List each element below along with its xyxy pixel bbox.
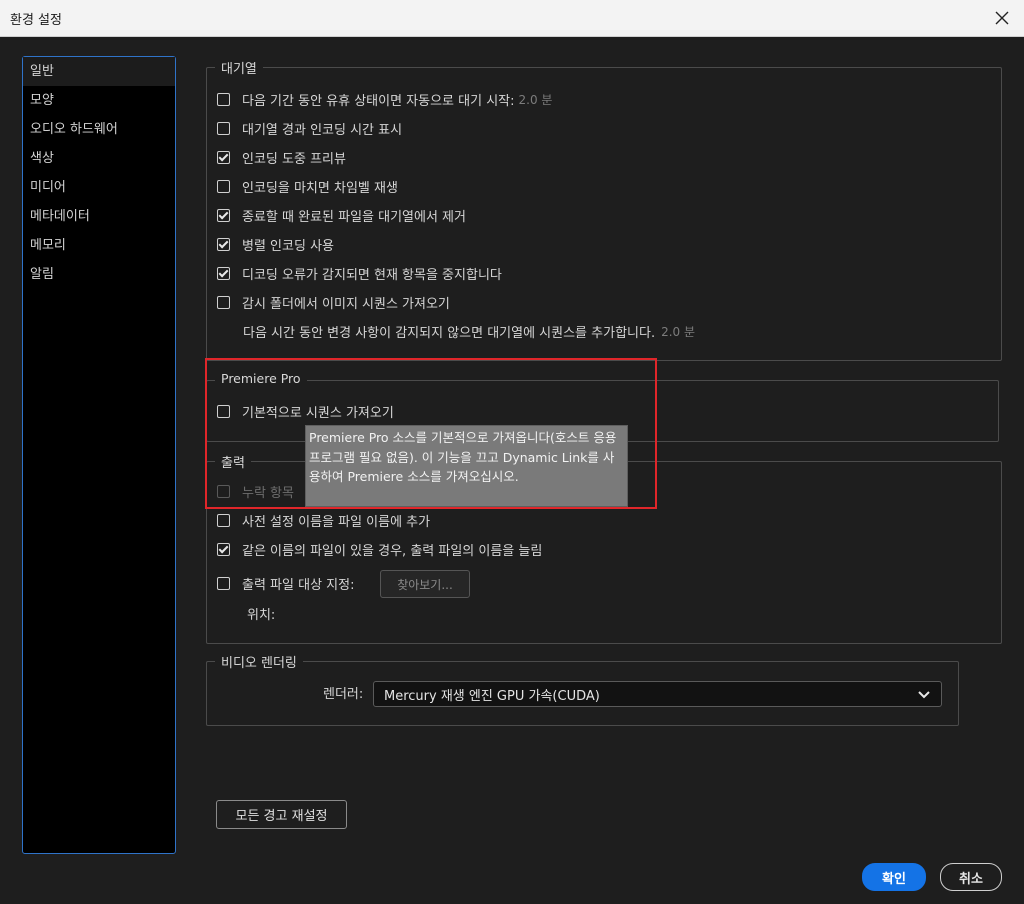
queue-group-title: 대기열 <box>215 58 263 77</box>
append-preset-option: 사전 설정 이름을 파일 이름에 추가 <box>217 510 430 530</box>
sidebar-item-appearance[interactable]: 모양 <box>23 86 175 115</box>
missing-label: 누락 항목 <box>242 485 294 501</box>
title-bar: 환경 설정 <box>0 0 1024 37</box>
destination-checkbox[interactable] <box>217 576 230 590</box>
show-encode-time-checkbox[interactable] <box>217 121 230 135</box>
import-sequences-option: 기본적으로 시퀀스 가져오기 <box>217 401 394 421</box>
show-encode-time-label: 대기열 경과 인코딩 시간 표시 <box>242 122 403 138</box>
watch-folder-label: 감시 폴더에서 이미지 시퀀스 가져오기 <box>242 296 450 312</box>
import-sequences-label: 기본적으로 시퀀스 가져오기 <box>242 405 394 421</box>
ok-button[interactable]: 확인 <box>862 863 926 891</box>
remove-done-label: 종료할 때 완료된 파일을 대기열에서 제거 <box>242 209 466 225</box>
chime-label: 인코딩을 마치면 차임벨 재생 <box>242 180 398 196</box>
sidebar-item-notifications[interactable]: 알림 <box>23 260 175 289</box>
append-preset-checkbox[interactable] <box>217 513 230 527</box>
watch-folder-delay-value[interactable]: 2.0 분 <box>661 323 695 340</box>
sidebar-item-memory[interactable]: 메모리 <box>23 231 175 260</box>
premiere-group-title: Premiere Pro <box>215 371 307 386</box>
chime-checkbox[interactable] <box>217 179 230 193</box>
reset-warnings-button[interactable]: 모든 경고 재설정 <box>216 800 347 829</box>
watch-folder-checkbox[interactable] <box>217 295 230 309</box>
destination-option: 출력 파일 대상 지정: <box>217 573 354 593</box>
video-rendering-group-title: 비디오 렌더링 <box>215 652 303 671</box>
append-preset-label: 사전 설정 이름을 파일 이름에 추가 <box>242 514 431 530</box>
renderer-row: 렌더러: <box>323 682 363 702</box>
stop-on-error-checkbox[interactable] <box>217 266 230 280</box>
sidebar-item-color[interactable]: 색상 <box>23 144 175 173</box>
chime-option: 인코딩을 마치면 차임벨 재생 <box>217 176 398 196</box>
parallel-checkbox[interactable] <box>217 237 230 251</box>
stop-on-error-label: 디코딩 오류가 감지되면 현재 항목을 중지합니다 <box>242 267 502 283</box>
import-sequences-checkbox[interactable] <box>217 404 230 418</box>
increment-checkbox[interactable] <box>217 542 230 556</box>
preview-label: 인코딩 도중 프리뷰 <box>242 151 346 167</box>
parallel-label: 병렬 인코딩 사용 <box>242 238 334 254</box>
close-icon <box>995 11 1009 25</box>
missing-option: 누락 항목 <box>217 481 294 501</box>
missing-checkbox[interactable] <box>217 484 230 498</box>
cancel-button[interactable]: 취소 <box>940 863 1002 891</box>
renderer-label: 렌더러: <box>323 686 364 702</box>
location-label: 위치: <box>247 607 276 623</box>
close-button[interactable] <box>990 6 1014 30</box>
sidebar-item-media[interactable]: 미디어 <box>23 173 175 202</box>
watch-folder-option: 감시 폴더에서 이미지 시퀀스 가져오기 <box>217 292 450 312</box>
auto-start-checkbox[interactable] <box>217 92 230 106</box>
chevron-down-icon <box>918 691 930 699</box>
location-row: 위치: <box>247 603 275 623</box>
import-sequences-tooltip: Premiere Pro 소스를 기본적으로 가져옵니다(호스트 응용 프로그램… <box>305 425 628 507</box>
output-group-title: 출력 <box>215 452 251 471</box>
watch-folder-delay: 다음 시간 동안 변경 사항이 감지되지 않으면 대기열에 시퀀스를 추가합니다… <box>243 321 695 341</box>
category-sidebar: 일반 모양 오디오 하드웨어 색상 미디어 메타데이터 메모리 알림 <box>22 56 176 854</box>
window-title: 환경 설정 <box>10 13 62 28</box>
preview-checkbox[interactable] <box>217 150 230 164</box>
increment-label: 같은 이름의 파일이 있을 경우, 출력 파일의 이름을 늘림 <box>242 543 543 559</box>
parallel-option: 병렬 인코딩 사용 <box>217 234 334 254</box>
browse-button[interactable]: 찾아보기... <box>380 570 470 598</box>
sidebar-item-metadata[interactable]: 메타데이터 <box>23 202 175 231</box>
watch-folder-delay-label: 다음 시간 동안 변경 사항이 감지되지 않으면 대기열에 시퀀스를 추가합니다… <box>243 325 656 341</box>
show-encode-time-option: 대기열 경과 인코딩 시간 표시 <box>217 118 402 138</box>
remove-done-checkbox[interactable] <box>217 208 230 222</box>
destination-label: 출력 파일 대상 지정: <box>242 577 355 593</box>
preview-option: 인코딩 도중 프리뷰 <box>217 147 346 167</box>
queue-group: 대기열 다음 기간 동안 유휴 상태이면 자동으로 대기 시작: 2.0 분 대… <box>206 58 1002 361</box>
auto-start-label: 다음 기간 동안 유휴 상태이면 자동으로 대기 시작: <box>242 93 515 109</box>
increment-option: 같은 이름의 파일이 있을 경우, 출력 파일의 이름을 늘림 <box>217 539 542 559</box>
renderer-value: Mercury 재생 엔진 GPU 가속(CUDA) <box>384 688 600 704</box>
remove-done-option: 종료할 때 완료된 파일을 대기열에서 제거 <box>217 205 466 225</box>
auto-start-value[interactable]: 2.0 분 <box>519 91 553 108</box>
sidebar-item-general[interactable]: 일반 <box>23 57 175 86</box>
sidebar-item-audio-hardware[interactable]: 오디오 하드웨어 <box>23 115 175 144</box>
stop-on-error-option: 디코딩 오류가 감지되면 현재 항목을 중지합니다 <box>217 263 502 283</box>
renderer-select[interactable]: Mercury 재생 엔진 GPU 가속(CUDA) <box>373 681 942 707</box>
auto-start-option: 다음 기간 동안 유휴 상태이면 자동으로 대기 시작: 2.0 분 <box>217 89 552 109</box>
